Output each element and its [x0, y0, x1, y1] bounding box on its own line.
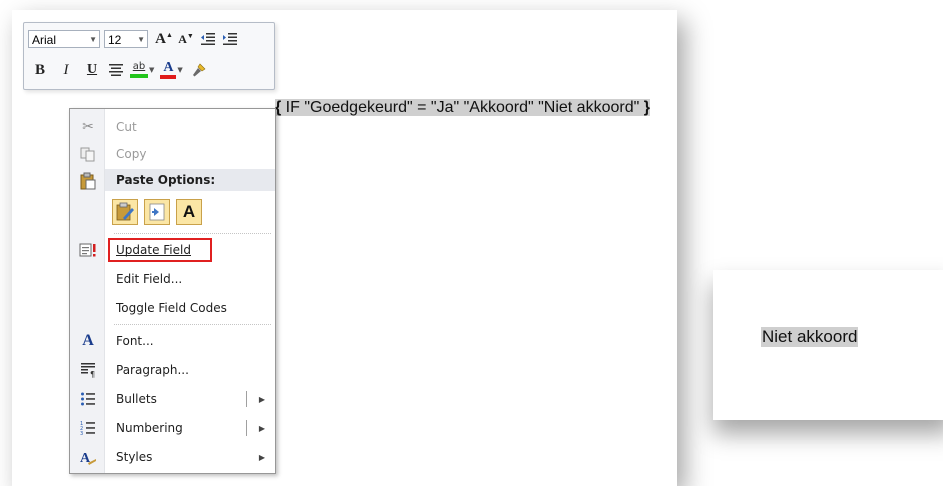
chevron-down-icon[interactable]: ▼	[89, 31, 97, 49]
font-icon: A	[82, 332, 94, 349]
styles-icon: A	[79, 448, 97, 466]
menu-item-paragraph[interactable]: ¶ Paragraph...	[70, 358, 275, 382]
font-name-value: Arial	[32, 33, 57, 47]
split-divider	[246, 420, 247, 436]
menu-item-font[interactable]: A Font...	[70, 329, 275, 353]
paste-options-buttons: A	[112, 199, 202, 227]
chevron-down-icon[interactable]: ▼	[177, 66, 182, 74]
align-center-icon	[109, 64, 123, 76]
highlight-button[interactable]: ab ▼	[130, 60, 154, 80]
chevron-down-icon[interactable]: ▼	[149, 66, 154, 74]
menu-item-numbering[interactable]: 1 2 3 Numbering ▶	[70, 416, 275, 440]
paste-merge-formatting-button[interactable]	[144, 199, 170, 225]
decrease-indent-button[interactable]	[198, 29, 218, 49]
bullets-icon	[79, 390, 97, 408]
text-only-icon: A	[182, 202, 196, 221]
svg-text:¶: ¶	[90, 370, 95, 378]
format-painter-button[interactable]	[189, 60, 209, 80]
font-color-icon: A	[160, 61, 177, 79]
increase-indent-button[interactable]	[220, 29, 240, 49]
menu-item-cut[interactable]: ✂ Cut	[70, 115, 275, 139]
paragraph-icon: ¶	[79, 361, 97, 379]
numbering-icon: 1 2 3	[79, 419, 97, 437]
underline-button[interactable]: U	[82, 60, 102, 80]
chevron-down-icon[interactable]: ▼	[137, 31, 145, 49]
menu-separator	[114, 324, 271, 325]
menu-item-styles[interactable]: A Styles ▶	[70, 445, 275, 469]
decrease-indent-icon	[201, 33, 215, 45]
font-color-button[interactable]: A ▼	[160, 60, 183, 80]
paste-keep-formatting-icon	[116, 202, 134, 221]
font-size-combo[interactable]: 12 ▼	[104, 30, 148, 48]
chevron-right-icon[interactable]: ▶	[259, 453, 265, 462]
menu-item-toggle-field-codes[interactable]: Toggle Field Codes	[70, 296, 275, 320]
increase-indent-icon	[223, 33, 237, 45]
font-size-value: 12	[108, 33, 122, 47]
chevron-right-icon[interactable]: ▶	[259, 424, 265, 433]
mini-toolbar: Arial ▼ 12 ▼ A▲ A▼ B I U ab ▼ A ▼	[23, 22, 275, 90]
paste-merge-icon	[149, 203, 165, 221]
menu-item-edit-field[interactable]: Edit Field...	[70, 267, 275, 291]
chevron-right-icon[interactable]: ▶	[259, 395, 265, 404]
menu-separator	[114, 233, 271, 234]
toolbar-row-top: Arial ▼ 12 ▼ A▲ A▼	[28, 27, 240, 51]
svg-text:3: 3	[80, 431, 83, 436]
split-divider	[246, 391, 247, 407]
center-align-button[interactable]	[106, 60, 126, 80]
bold-button[interactable]: B	[30, 60, 50, 80]
paste-options-header: Paste Options:	[105, 169, 275, 191]
shrink-font-icon: A▼	[178, 31, 194, 46]
paste-keep-source-button[interactable]	[112, 199, 138, 225]
format-painter-icon	[192, 63, 206, 77]
grow-font-button[interactable]: A▲	[154, 29, 174, 49]
menu-item-bullets[interactable]: Bullets ▶	[70, 387, 275, 411]
shrink-font-button[interactable]: A▼	[176, 29, 196, 49]
field-close-brace: }	[643, 99, 650, 116]
copy-icon	[79, 145, 97, 163]
clipboard-icon	[79, 172, 97, 190]
field-result-text[interactable]: Niet akkoord	[761, 327, 859, 347]
grow-font-icon: A▲	[155, 30, 173, 47]
scissors-icon: ✂	[82, 119, 94, 135]
italic-button[interactable]: I	[56, 60, 76, 80]
update-field-highlight-box	[108, 238, 212, 262]
font-name-combo[interactable]: Arial ▼	[28, 30, 100, 48]
toolbar-row-bottom: B I U ab ▼ A ▼	[28, 58, 209, 82]
update-field-icon	[79, 241, 97, 259]
highlighter-icon: ab	[130, 62, 148, 78]
menu-item-copy[interactable]: Copy	[70, 142, 275, 166]
paste-text-only-button[interactable]: A	[176, 199, 202, 225]
field-code-text[interactable]: { IF "Goedgekeurd" = "Ja" "Akkoord" "Nie…	[275, 98, 670, 117]
result-panel: Niet akkoord	[713, 270, 943, 420]
context-menu: ✂ Cut Copy Paste Options: A Update Field…	[69, 108, 276, 474]
field-code-content: IF "Goedgekeurd" = "Ja" "Akkoord" "Niet …	[281, 99, 644, 116]
